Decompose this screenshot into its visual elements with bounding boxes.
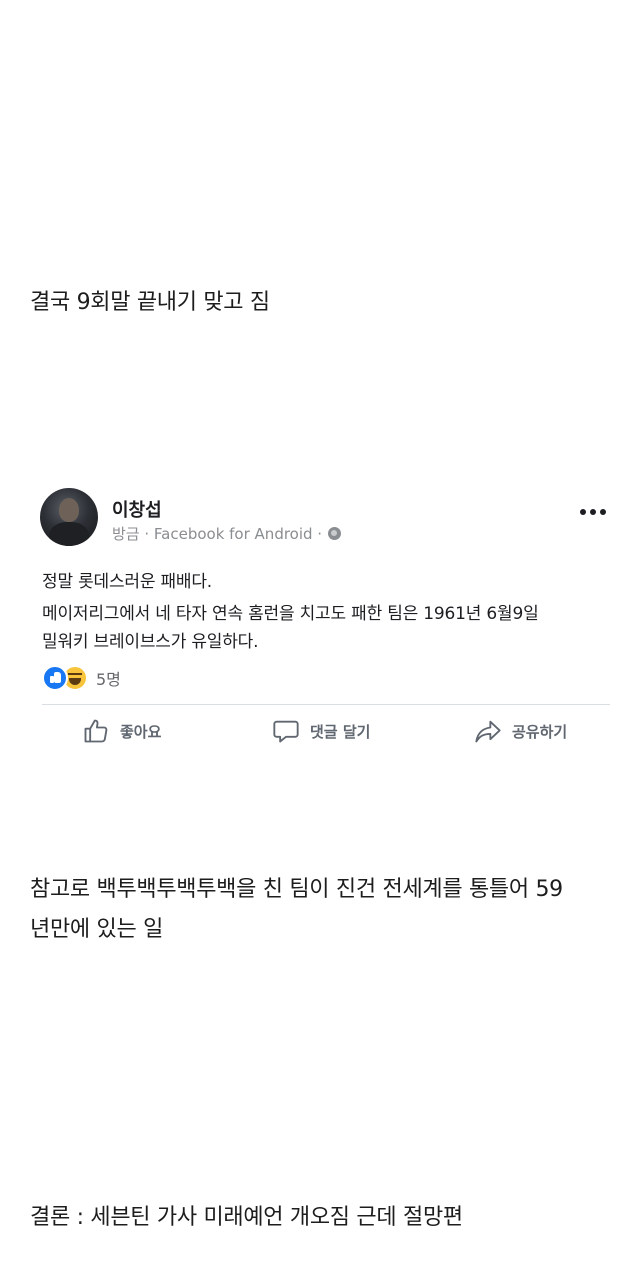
caption-note-line: 년만에 있는 일 bbox=[30, 917, 164, 942]
comment-icon bbox=[273, 720, 299, 743]
share-button[interactable]: 공유하기 bbox=[474, 716, 567, 746]
reaction-count: 5명 bbox=[96, 670, 121, 689]
comment-label: 댓글 달기 bbox=[310, 722, 371, 741]
facebook-post-screenshot: 이창섭 방금 · Facebook for Android · 정말 롯데스러운… bbox=[0, 470, 640, 770]
caption-note: 참고로 백투백투백투백을 친 팀이 진건 전세계를 통틀어 59 년만에 있는 … bbox=[30, 870, 563, 950]
more-dot bbox=[600, 509, 606, 515]
caption-intro: 결국 9회말 끝내기 맞고 짐 bbox=[30, 290, 270, 315]
like-reaction-icon bbox=[42, 665, 68, 691]
caption-conclusion: 결론 : 세븐틴 가사 미래예언 개오짐 근데 절망편 bbox=[30, 1205, 463, 1230]
author-name[interactable]: 이창섭 bbox=[112, 496, 162, 522]
post-text-line: 밀워키 브레이브스가 유일하다. bbox=[42, 632, 259, 652]
more-dot bbox=[580, 509, 586, 515]
more-dot bbox=[590, 509, 596, 515]
share-icon bbox=[475, 720, 501, 743]
avatar-head bbox=[59, 498, 79, 522]
thumbs-up-icon bbox=[84, 719, 108, 743]
post-text-line: 정말 롯데스러운 패배다. bbox=[42, 572, 213, 592]
more-options-icon[interactable] bbox=[580, 506, 606, 518]
post-timestamp-source: 방금 · Facebook for Android · bbox=[112, 525, 323, 543]
globe-icon bbox=[328, 527, 342, 540]
avatar-body bbox=[49, 522, 89, 546]
like-label: 좋아요 bbox=[120, 722, 162, 741]
divider bbox=[42, 704, 610, 705]
like-button[interactable]: 좋아요 bbox=[82, 716, 161, 746]
reaction-summary[interactable]: 5명 bbox=[42, 665, 121, 691]
comment-button[interactable]: 댓글 달기 bbox=[272, 716, 370, 746]
caption-note-line: 참고로 백투백투백투백을 친 팀이 진건 전세계를 통틀어 59 bbox=[30, 877, 563, 902]
post-meta: 방금 · Facebook for Android · bbox=[112, 523, 342, 544]
share-label: 공유하기 bbox=[512, 722, 568, 741]
post-text-line: 메이저리그에서 네 타자 연속 홈런을 치고도 패한 팀은 1961년 6월9일 bbox=[42, 604, 539, 624]
avatar[interactable] bbox=[40, 488, 98, 546]
